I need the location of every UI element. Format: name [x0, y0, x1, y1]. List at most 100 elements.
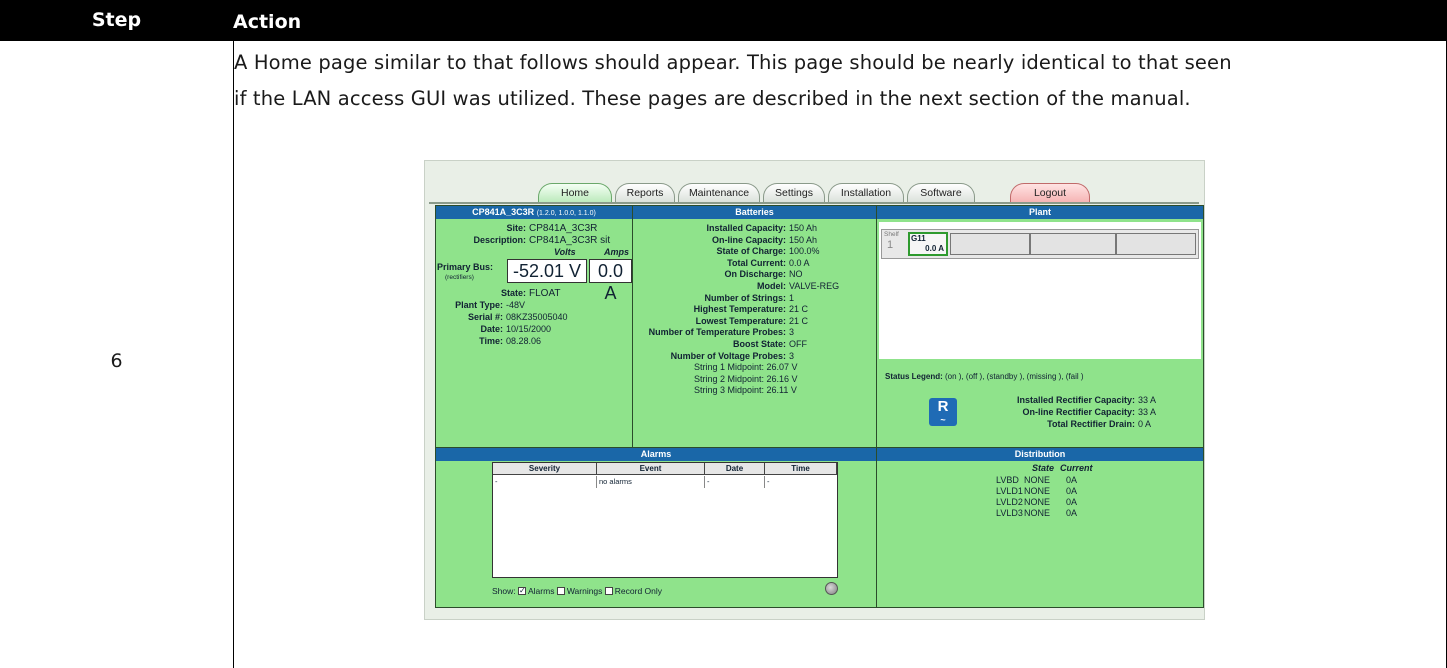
- state-label: State:: [500, 288, 526, 298]
- system-info-title: CP841A_3C3R (1.2.0, 1.0.0, 1.1.0): [436, 206, 632, 219]
- distribution-name: LVLD3: [996, 508, 1023, 518]
- string-midpoint: String 2 Midpoint: 26.16 V: [694, 373, 798, 384]
- battery-row-label: On Discharge:: [724, 269, 786, 280]
- tab-logout[interactable]: Logout: [1010, 183, 1090, 203]
- string-midpoint: String 1 Midpoint: 26.07 V: [694, 362, 798, 373]
- alarm-filter-row: Show: ✓ Alarms Warnings Record Only: [492, 586, 663, 596]
- record-only-checkbox[interactable]: [604, 587, 613, 595]
- date-header[interactable]: Date: [705, 463, 765, 475]
- plant-type-label: Plant Type:: [455, 300, 503, 310]
- alarm-severity-cell: -: [495, 476, 597, 488]
- serial-value: 08KZ35005040: [506, 312, 568, 322]
- distribution-current: 0A: [1066, 508, 1078, 518]
- plant-panel: Plant Shelf 1 G11 0.0 A Status Legend: (…: [876, 205, 1204, 448]
- battery-row-label: Number of Voltage Probes:: [670, 350, 786, 361]
- primary-bus-sub: (rectifiers): [445, 274, 474, 281]
- battery-row-label: Installed Capacity:: [706, 223, 786, 233]
- rectifier-slot-4: [1116, 233, 1196, 255]
- plant-title: Plant: [877, 206, 1203, 219]
- tab-home[interactable]: Home: [538, 183, 612, 203]
- severity-header[interactable]: Severity: [493, 463, 597, 475]
- alarms-table: Severity Event Date Time - no alarms - -: [492, 462, 838, 578]
- description-value: CP841A_3C3R sit: [529, 235, 611, 246]
- table-header-row: Step Action: [0, 0, 1447, 41]
- alarm-date-cell: -: [707, 476, 765, 488]
- string-midpoint: String 3 Midpoint: 26.11 V: [694, 385, 797, 396]
- dist-current-header: Current: [1060, 463, 1093, 473]
- show-label: Show:: [492, 586, 516, 596]
- total-rect-drain-value: 0 A: [1138, 419, 1152, 429]
- action-paragraph: A Home page similar to that follows shou…: [234, 45, 1439, 117]
- batteries-title: Batteries: [633, 206, 876, 219]
- battery-row-label: Highest Temperature:: [693, 304, 786, 315]
- battery-row-label: Boost State:: [732, 339, 786, 349]
- battery-row-label: Model:: [757, 281, 786, 291]
- status-legend: Status Legend: (on ), (off ), (standby )…: [885, 372, 1084, 381]
- distribution-state: NONE: [1024, 486, 1051, 496]
- tab-reports[interactable]: Reports: [615, 183, 675, 203]
- tab-underline: [429, 202, 1199, 204]
- battery-row-value: 1: [789, 292, 795, 303]
- description-label: Description:: [473, 235, 526, 245]
- shelf-1: Shelf 1 G11 0.0 A: [881, 229, 1199, 259]
- battery-row-value: 0.0 A: [789, 257, 810, 268]
- distribution-state: NONE: [1024, 475, 1051, 485]
- distribution-current: 0A: [1066, 475, 1078, 485]
- battery-row-label: Lowest Temperature:: [695, 315, 786, 326]
- bus-amps-display: 0.0 A: [589, 259, 632, 303]
- batteries-panel: Batteries Installed Capacity: 150 Ah On-li…: [632, 205, 877, 448]
- installed-rect-capacity-value: 33 A: [1138, 395, 1157, 405]
- tab-settings[interactable]: Settings: [763, 183, 825, 203]
- distribution-name: LVLD1: [996, 486, 1023, 496]
- dist-state-header: State: [1032, 463, 1055, 473]
- event-header[interactable]: Event: [597, 463, 705, 475]
- alarms-panel: Alarms Severity Event Date Time - no ala…: [435, 447, 877, 608]
- tab-software[interactable]: Software: [907, 183, 975, 203]
- system-info-panel: CP841A_3C3R (1.2.0, 1.0.0, 1.1.0) Site: …: [435, 205, 633, 448]
- battery-row-label: On-line Capacity:: [711, 234, 786, 245]
- shelf-number: 1: [887, 239, 894, 251]
- primary-bus-label: Primary Bus:: [437, 262, 494, 272]
- action-column-header: Action: [233, 11, 302, 33]
- battery-row-value: 3: [789, 350, 795, 361]
- online-rect-capacity-value: 33 A: [1138, 407, 1157, 417]
- site-value: CP841A_3C3R: [529, 223, 598, 234]
- battery-row-value: NO: [789, 269, 803, 280]
- warnings-checkbox[interactable]: [556, 587, 565, 595]
- rectifier-g11[interactable]: G11 0.0 A: [908, 232, 948, 256]
- alarms-checkbox[interactable]: ✓: [518, 586, 526, 595]
- battery-row-value: VALVE-REG: [789, 281, 840, 291]
- bus-volts-display: -52.01 V: [507, 259, 587, 283]
- installed-rect-capacity-label: Installed Rectifier Capacity:: [1016, 395, 1135, 405]
- rectifier-slot-2: [950, 233, 1030, 255]
- site-label: Site:: [506, 223, 526, 233]
- battery-row-label: Total Current:: [727, 257, 786, 268]
- volts-header: Volts: [554, 247, 576, 257]
- amps-header: Amps: [604, 247, 630, 257]
- distribution-name: LVBD: [996, 475, 1019, 485]
- tab-maintenance[interactable]: Maintenance: [678, 183, 760, 203]
- tab-installation[interactable]: Installation: [828, 183, 904, 203]
- refresh-globe-icon[interactable]: [825, 582, 838, 595]
- distribution-state: NONE: [1024, 497, 1051, 507]
- rectifier-logo-icon[interactable]: R ~: [929, 398, 957, 426]
- battery-row-value: 21 C: [789, 304, 809, 315]
- tab-bar: Home Reports Maintenance Settings Instal…: [425, 161, 1204, 203]
- battery-row-label: State of Charge:: [716, 246, 786, 257]
- battery-row-value: 150 Ah: [789, 234, 818, 245]
- battery-row-value: OFF: [789, 339, 807, 349]
- battery-row-label: Number of Temperature Probes:: [648, 327, 786, 338]
- distribution-state: NONE: [1024, 508, 1051, 518]
- home-page-screenshot: Home Reports Maintenance Settings Instal…: [424, 160, 1205, 620]
- shelf-label: Shelf: [884, 231, 899, 238]
- alarm-event-cell: no alarms: [599, 476, 705, 488]
- paragraph-line-1: A Home page similar to that follows shou…: [234, 51, 1232, 74]
- time-value: 08.28.06: [506, 336, 542, 346]
- column-divider: [233, 41, 234, 668]
- distribution-name: LVLD2: [996, 497, 1023, 507]
- time-header[interactable]: Time: [765, 463, 837, 475]
- time-label: Time:: [479, 336, 503, 346]
- step-column-header: Step: [91, 9, 142, 31]
- rectifier-slot-3: [1030, 233, 1116, 255]
- distribution-current: 0A: [1066, 497, 1078, 507]
